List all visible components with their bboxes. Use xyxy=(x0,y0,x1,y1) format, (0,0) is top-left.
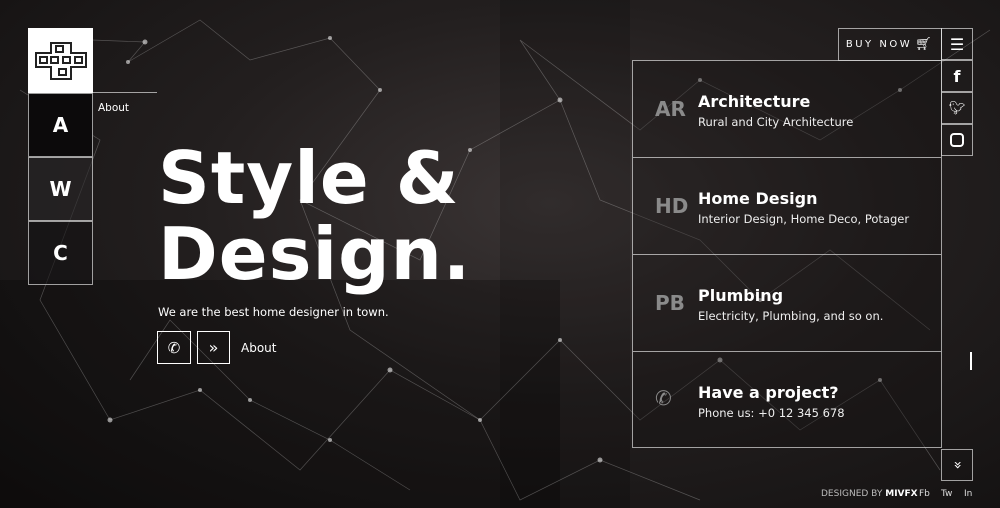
instagram-button[interactable] xyxy=(941,124,973,156)
next-button[interactable]: » xyxy=(197,331,230,364)
hero-subtitle: We are the best home designer in town. xyxy=(158,305,389,319)
facebook-button[interactable]: f xyxy=(941,60,973,92)
service-title: Home Design xyxy=(698,189,818,208)
brand: MIVFX xyxy=(885,489,918,499)
footer-link-in[interactable]: In xyxy=(964,489,972,499)
nav-item-a[interactable]: A xyxy=(28,93,93,157)
twitter-button[interactable]: 🐦︎ xyxy=(941,92,973,124)
nav-label: W xyxy=(49,177,72,201)
contact-title: Have a project? xyxy=(698,383,839,402)
service-subtitle: Interior Design, Home Deco, Potager xyxy=(698,212,910,226)
nav-item-w[interactable]: W xyxy=(28,157,93,221)
nav-label: A xyxy=(52,113,69,137)
phone-icon: ✆ xyxy=(167,338,181,357)
facebook-icon: f xyxy=(953,66,961,86)
contact-panel[interactable]: ✆ Have a project? Phone us: +0 12 345 67… xyxy=(632,351,942,448)
hamburger-icon: ☰ xyxy=(949,34,965,54)
about-link[interactable]: About xyxy=(241,341,276,355)
contact-phone: Phone us: +0 12 345 678 xyxy=(698,406,845,420)
service-subtitle: Rural and City Architecture xyxy=(698,115,854,129)
buy-now-button[interactable]: BUY NOW 🛒︎ xyxy=(838,28,942,61)
service-subtitle: Electricity, Plumbing, and so on. xyxy=(698,309,884,323)
logo[interactable] xyxy=(28,28,93,93)
nav-label: C xyxy=(53,241,68,265)
designed-by: DESIGNED BY xyxy=(821,489,883,499)
nav-tooltip: About xyxy=(98,102,130,114)
divider xyxy=(93,92,157,93)
scroll-down-button[interactable]: » xyxy=(941,449,973,481)
cart-icon: 🛒︎ xyxy=(915,37,935,52)
service-abbr: AR xyxy=(655,97,686,121)
twitter-icon: 🐦︎ xyxy=(948,100,966,116)
nav-item-c[interactable]: C xyxy=(28,221,93,285)
hero-title-line2: Design. xyxy=(158,212,472,296)
service-abbr: PB xyxy=(655,291,685,315)
service-home-design[interactable]: HD Home Design Interior Design, Home Dec… xyxy=(632,157,942,254)
service-architecture[interactable]: AR Architecture Rural and City Architect… xyxy=(632,60,942,157)
scroll-indicator[interactable] xyxy=(970,352,972,370)
footer-link-fb[interactable]: Fb xyxy=(919,489,930,499)
service-title: Plumbing xyxy=(698,286,784,305)
instagram-icon xyxy=(950,133,964,147)
logo-icon xyxy=(34,41,87,80)
hero-title-line1: Style & xyxy=(158,136,460,220)
phone-icon: ✆ xyxy=(655,386,672,410)
double-chevron-down-icon: » xyxy=(948,460,965,470)
phone-button[interactable]: ✆ xyxy=(157,331,191,364)
service-title: Architecture xyxy=(698,92,811,111)
buy-now-label: BUY NOW xyxy=(845,39,913,50)
service-abbr: HD xyxy=(655,194,689,218)
footer-link-tw[interactable]: Tw xyxy=(941,489,952,499)
footer-credit: DESIGNED BY MIVFX xyxy=(821,489,918,499)
menu-button[interactable]: ☰ xyxy=(941,28,973,60)
hero-title: Style & Design. xyxy=(158,140,471,292)
double-chevron-right-icon: » xyxy=(208,338,219,357)
service-plumbing[interactable]: PB Plumbing Electricity, Plumbing, and s… xyxy=(632,254,942,351)
